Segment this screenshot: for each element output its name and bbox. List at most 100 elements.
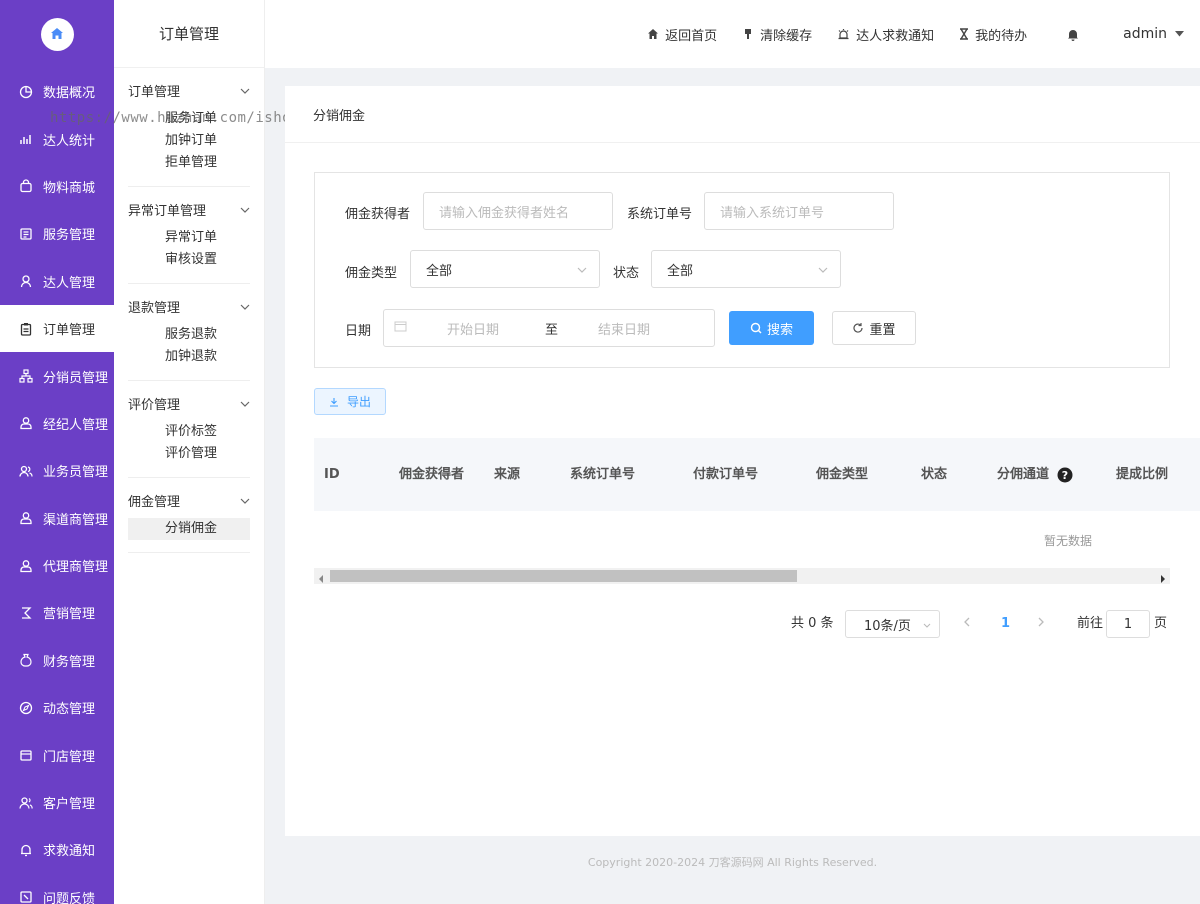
notification-bell[interactable] [1067, 28, 1085, 41]
sidebar-item-dynamics[interactable]: 动态管理 [0, 684, 114, 731]
order-no-input[interactable]: 请输入系统订单号 [704, 192, 894, 230]
logo[interactable] [0, 0, 114, 68]
column-header[interactable]: 系统订单号 [570, 438, 635, 511]
submenu-link[interactable]: 拒单管理 [128, 152, 250, 174]
total-count: 共 0 条 [791, 616, 834, 631]
sidebar-item-finance[interactable]: 财务管理 [0, 637, 114, 684]
page-title: 分销佣金 [285, 86, 1200, 143]
status-select-value: 全部 [667, 263, 694, 279]
column-header-channel[interactable]: 分佣通道? [997, 438, 1073, 511]
reset-button[interactable]: 重置 [832, 311, 916, 345]
date-range-picker[interactable]: 开始日期 至 结束日期 [383, 309, 715, 347]
search-button[interactable]: 搜索 [729, 311, 814, 345]
export-button[interactable]: 导出 [314, 388, 386, 415]
submenu-link[interactable]: 服务退款 [128, 324, 250, 346]
scrollbar-thumb[interactable] [330, 570, 797, 582]
home-link[interactable]: 返回首页 [647, 25, 717, 44]
chevron-up-icon [240, 493, 250, 508]
submenu-link[interactable]: 加钟订单 [128, 130, 250, 152]
marketing-icon [18, 605, 34, 621]
sos-notice-button[interactable]: 达人求救通知 [837, 25, 934, 44]
submenu-group-header[interactable]: 佣金管理 [128, 490, 250, 510]
user-icon [18, 510, 34, 526]
submenu-link[interactable]: 评价标签 [128, 421, 250, 443]
svg-text:?: ? [1062, 469, 1068, 482]
prev-page-button[interactable] [963, 610, 971, 638]
sidebar-item-channel[interactable]: 渠道商管理 [0, 495, 114, 542]
org-chart-icon [18, 368, 34, 384]
home-logo-icon [40, 17, 74, 51]
submenu-link-active[interactable]: 分销佣金 [128, 518, 250, 540]
sidebar-item-salesman[interactable]: 业务员管理 [0, 447, 114, 494]
submenu-group-header[interactable]: 订单管理 [128, 80, 250, 100]
user-icon [18, 558, 34, 574]
home-link-label: 返回首页 [665, 28, 718, 44]
sidebar-item-feedback[interactable]: 问题反馈 [0, 874, 114, 904]
sidebar-item-broker[interactable]: 经纪人管理 [0, 400, 114, 447]
sidebar-item-talent[interactable]: 达人管理 [0, 258, 114, 305]
scroll-right-icon[interactable] [1160, 572, 1166, 587]
submenu-link[interactable]: 评价管理 [128, 443, 250, 465]
sidebar-item-orders[interactable]: 订单管理 [0, 304, 114, 353]
todo-label: 我的待办 [975, 28, 1028, 44]
column-header[interactable]: 状态 [921, 438, 947, 511]
date-separator: 至 [545, 322, 559, 338]
sidebar-item-label: 门店管理 [43, 749, 96, 765]
search-icon [750, 322, 762, 334]
sidebar-nav: 数据概况 达人统计 物料商城 服务管理 达人管理 订单管理 分销员管理 经纪人管… [0, 68, 114, 904]
sidebar-item-service[interactable]: 服务管理 [0, 210, 114, 257]
download-icon [329, 397, 339, 407]
user-menu[interactable]: admin [1123, 26, 1184, 42]
bell-icon [1067, 28, 1079, 41]
submenu-group-header[interactable]: 异常订单管理 [128, 199, 250, 219]
date-start[interactable]: 开始日期 [447, 319, 499, 338]
sidebar-item-sos[interactable]: 求救通知 [0, 826, 114, 873]
sidebar-item-label: 订单管理 [43, 323, 96, 339]
type-select[interactable]: 全部 [410, 250, 600, 288]
goto-page-input[interactable]: 1 [1106, 610, 1150, 638]
pie-chart-icon [18, 84, 34, 100]
submenu-link[interactable]: 异常订单 [128, 227, 250, 249]
horizontal-scrollbar[interactable] [314, 568, 1170, 584]
chevron-down-icon [923, 617, 931, 632]
sidebar-item-material-mall[interactable]: 物料商城 [0, 163, 114, 210]
chevron-down-icon [577, 262, 587, 277]
column-header[interactable]: 佣金类型 [816, 438, 868, 511]
page-size-select[interactable]: 10条/页 [845, 610, 940, 638]
column-header[interactable]: 来源 [494, 438, 520, 511]
sidebar-item-marketing[interactable]: 营销管理 [0, 589, 114, 636]
clear-cache-button[interactable]: 清除缓存 [742, 25, 812, 44]
sidebar-item-agent[interactable]: 代理商管理 [0, 542, 114, 589]
sidebar-item-overview[interactable]: 数据概况 [0, 68, 114, 115]
column-header[interactable]: ID [324, 438, 340, 511]
earner-label: 佣金获得者 [345, 207, 411, 222]
help-icon[interactable]: ? [1057, 467, 1073, 483]
submenu-group-header[interactable]: 评价管理 [128, 393, 250, 413]
submenu-link[interactable]: 加钟退款 [128, 346, 250, 368]
next-page-button[interactable] [1037, 610, 1045, 638]
clipboard-icon [18, 321, 34, 337]
page-number-current[interactable]: 1 [1001, 610, 1010, 638]
sidebar-item-stores[interactable]: 门店管理 [0, 731, 114, 778]
status-select[interactable]: 全部 [651, 250, 841, 288]
sidebar-item-label: 动态管理 [43, 702, 96, 718]
earner-input[interactable]: 请输入佣金获得者姓名 [423, 192, 613, 230]
sidebar-item-distributor[interactable]: 分销员管理 [0, 352, 114, 399]
clear-cache-label: 清除缓存 [760, 28, 813, 44]
filter-panel: 佣金获得者 请输入佣金获得者姓名 系统订单号 请输入系统订单号 佣金类型 全部 … [314, 172, 1170, 368]
sidebar-item-label: 物料商城 [43, 180, 96, 196]
column-header[interactable]: 佣金获得者 [399, 438, 464, 511]
submenu-group-label: 佣金管理 [128, 494, 181, 510]
alarm-icon [837, 28, 850, 40]
top-header: 返回首页 清除缓存 达人求救通知 我的待办 admin [265, 0, 1200, 68]
submenu-link[interactable]: 审核设置 [128, 249, 250, 271]
todo-button[interactable]: 我的待办 [959, 25, 1027, 44]
sidebar-item-customers[interactable]: 客户管理 [0, 779, 114, 826]
submenu-group-header[interactable]: 退款管理 [128, 296, 250, 316]
chevron-up-icon [240, 396, 250, 411]
submenu-group-label: 订单管理 [128, 84, 181, 100]
scroll-left-icon[interactable] [318, 572, 324, 587]
column-header[interactable]: 提成比例 [1116, 438, 1168, 511]
date-end[interactable]: 结束日期 [598, 319, 650, 338]
column-header[interactable]: 付款订单号 [693, 438, 758, 511]
